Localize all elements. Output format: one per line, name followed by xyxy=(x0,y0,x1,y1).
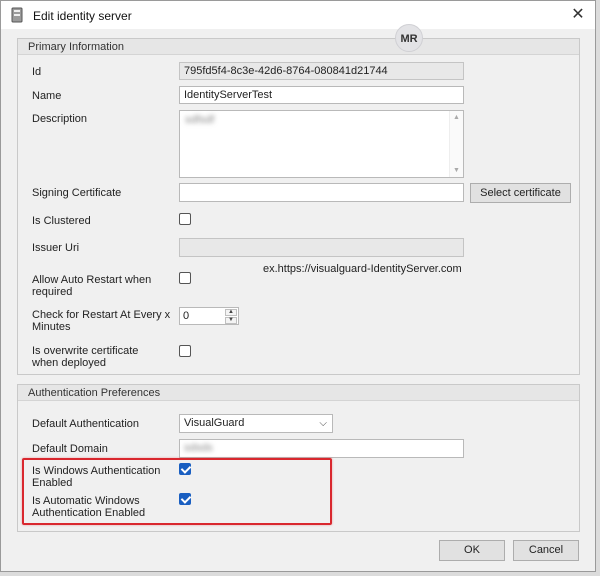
server-icon xyxy=(10,7,24,26)
id-field: 795fd5f4-8c3e-42d6-8764-080841d21744 xyxy=(179,62,464,80)
issuer-uri-field[interactable] xyxy=(179,238,464,257)
issuer-uri-label: Issuer Uri xyxy=(32,242,80,254)
auto-restart-checkbox[interactable] xyxy=(179,272,191,284)
stepper-down-icon[interactable]: ▼ xyxy=(225,317,237,324)
is-clustered-checkbox[interactable] xyxy=(179,213,191,225)
signing-certificate-field[interactable] xyxy=(179,183,464,202)
overwrite-certificate-checkbox[interactable] xyxy=(179,345,191,357)
dialog-title: Edit identity server xyxy=(33,9,132,23)
description-value: sdfsdf xyxy=(185,114,215,126)
default-authentication-label: Default Authentication xyxy=(32,418,140,430)
issuer-uri-hint: ex.https://visualguard-IdentityServer.co… xyxy=(263,263,462,275)
overwrite-certificate-label: Is overwrite certificate when deployed xyxy=(32,345,139,369)
ok-button[interactable]: OK xyxy=(439,540,505,561)
default-authentication-select[interactable]: VisualGuard ⌵ xyxy=(179,414,333,433)
default-domain-value: sdsds xyxy=(184,442,213,454)
name-field[interactable]: IdentityServerTest xyxy=(179,86,464,104)
authentication-preferences-header: Authentication Preferences xyxy=(18,385,579,401)
avatar[interactable]: MR xyxy=(395,24,423,52)
default-domain-label: Default Domain xyxy=(32,443,108,455)
is-clustered-label: Is Clustered xyxy=(32,215,91,227)
restart-minutes-label: Check for Restart At Every x Minutes xyxy=(32,309,171,333)
restart-minutes-value: 0 xyxy=(183,310,190,322)
title-bar: Edit identity server ✕ xyxy=(1,1,595,29)
description-field[interactable]: sdfsdf ▲ ▼ xyxy=(179,110,464,178)
id-label: Id xyxy=(32,66,42,78)
default-domain-field[interactable]: sdsds xyxy=(179,439,464,458)
edit-identity-server-dialog: Edit identity server ✕ MR Primary Inform… xyxy=(0,0,596,572)
signing-certificate-label: Signing Certificate xyxy=(32,187,122,199)
select-certificate-button[interactable]: Select certificate xyxy=(470,183,571,203)
primary-information-header: Primary Information xyxy=(18,39,579,55)
auto-restart-label: Allow Auto Restart when required xyxy=(32,274,152,298)
close-icon[interactable]: ✕ xyxy=(563,3,593,27)
chevron-down-icon: ⌵ xyxy=(319,418,327,429)
description-scrollbar[interactable]: ▲ ▼ xyxy=(449,111,463,177)
highlight-annotation xyxy=(22,458,332,525)
default-authentication-value: VisualGuard xyxy=(184,417,245,429)
name-label: Name xyxy=(32,90,62,102)
cancel-button[interactable]: Cancel xyxy=(513,540,579,561)
description-label: Description xyxy=(32,113,88,125)
restart-minutes-stepper[interactable]: 0 ▲ ▼ xyxy=(179,307,239,325)
stepper-up-icon[interactable]: ▲ xyxy=(225,309,237,316)
